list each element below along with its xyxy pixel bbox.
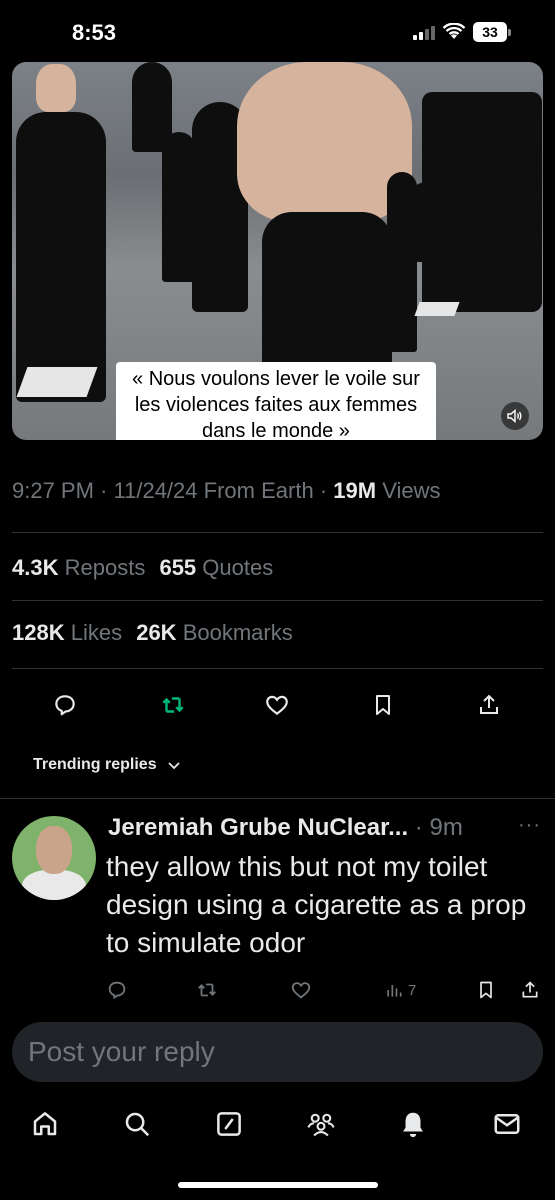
speaker-icon[interactable] <box>501 402 529 430</box>
divider <box>12 668 543 669</box>
tweet-source: From Earth <box>203 478 314 503</box>
reposts-label: Reposts <box>64 555 146 580</box>
tweet-video[interactable]: « Nous voulons lever le voile sur les vi… <box>12 62 543 440</box>
bottom-tab-bar <box>0 1100 555 1150</box>
views-count: 19M <box>333 478 377 503</box>
reply-header: Jeremiah Grube NuClear... · 9m <box>108 814 463 841</box>
trending-replies-label: Trending replies <box>33 756 157 773</box>
tweet-actions <box>0 688 555 722</box>
reply-time: 9m <box>429 814 463 841</box>
reply-reply-icon[interactable] <box>106 978 128 1002</box>
reply-actions: 7 <box>0 978 555 1002</box>
wifi-icon <box>443 23 465 41</box>
status-time: 8:53 <box>72 20 117 45</box>
like-icon[interactable] <box>260 688 294 722</box>
home-indicator <box>178 1182 378 1188</box>
divider <box>12 600 543 601</box>
search-icon[interactable] <box>122 1108 152 1140</box>
likes-label: Likes <box>70 620 123 645</box>
communities-icon[interactable] <box>306 1108 336 1140</box>
share-icon[interactable] <box>472 688 506 722</box>
divider <box>12 532 543 533</box>
analytics-icon <box>384 980 404 1000</box>
bookmarks-count: 26K <box>136 620 177 645</box>
tweet-date: 11/24/24 <box>113 478 198 503</box>
status-icons: 33 <box>413 22 511 42</box>
trending-replies-toggle[interactable]: Trending replies <box>33 756 181 774</box>
bookmarks-link[interactable]: 26K Bookmarks <box>136 620 293 645</box>
reply-text: they allow this but not my toilet design… <box>106 851 527 958</box>
reply-like-icon[interactable] <box>290 978 312 1002</box>
reposts-quotes-stats: 4.3K Reposts 655 Quotes <box>12 555 273 581</box>
quotes-label: Quotes <box>202 555 274 580</box>
video-caption: « Nous voulons lever le voile sur les vi… <box>116 362 436 440</box>
grok-icon[interactable] <box>214 1108 244 1140</box>
chevron-down-icon <box>167 760 181 770</box>
more-options-icon[interactable]: ··· <box>518 814 541 837</box>
likes-bookmarks-stats: 128K Likes 26K Bookmarks <box>12 620 293 646</box>
divider <box>0 798 555 799</box>
battery-icon: 33 <box>473 22 511 42</box>
battery-level: 33 <box>473 22 507 42</box>
reply-author[interactable]: Jeremiah Grube NuClear... <box>108 814 408 841</box>
likes-link[interactable]: 128K Likes <box>12 620 122 645</box>
quotes-link[interactable]: 655 Quotes <box>159 555 273 580</box>
repost-icon[interactable] <box>156 688 190 722</box>
quotes-count: 655 <box>159 555 197 580</box>
avatar[interactable] <box>12 816 96 900</box>
cellular-signal-icon <box>413 24 435 40</box>
status-bar: 8:53 33 <box>0 0 555 62</box>
notifications-icon[interactable] <box>398 1108 428 1140</box>
reply-views-count: 7 <box>408 981 417 999</box>
bookmarks-label: Bookmarks <box>182 620 293 645</box>
reply-repost-icon[interactable] <box>196 978 218 1002</box>
likes-count: 128K <box>12 620 65 645</box>
reply-item[interactable]: Jeremiah Grube NuClear... · 9m ··· they … <box>0 800 555 1010</box>
reply-views[interactable]: 7 <box>384 978 416 1002</box>
home-icon[interactable] <box>30 1108 60 1140</box>
messages-icon[interactable] <box>492 1108 522 1140</box>
reposts-count: 4.3K <box>12 555 59 580</box>
reposts-link[interactable]: 4.3K Reposts <box>12 555 145 580</box>
reply-input[interactable]: Post your reply <box>12 1022 543 1082</box>
views-label: Views <box>382 478 441 503</box>
tweet-meta: 9:27 PM · 11/24/24 From Earth · 19M View… <box>12 478 441 503</box>
tweet-time: 9:27 PM <box>12 478 94 503</box>
reply-bookmark-icon[interactable] <box>476 978 496 1002</box>
bookmark-icon[interactable] <box>366 688 400 722</box>
reply-icon[interactable] <box>48 688 82 722</box>
reply-share-icon[interactable] <box>520 978 540 1002</box>
